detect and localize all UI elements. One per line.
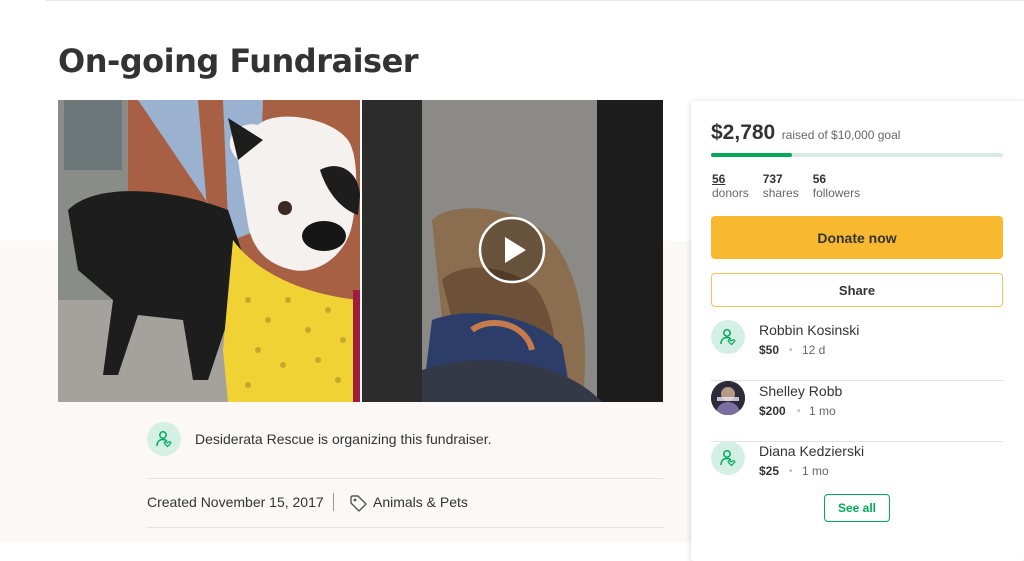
donor-name: Shelley Robb [759, 383, 843, 399]
donor-item: Robbin Kosinski $50 • 12 d [711, 320, 1003, 381]
stat-label: shares [762, 186, 799, 200]
share-button[interactable]: Share [711, 273, 1003, 307]
raised-amount: $2,780 [711, 121, 776, 144]
stat-number: 56 [812, 172, 827, 186]
stat-label: donors [712, 186, 749, 200]
separator-dot: • [789, 466, 793, 477]
stat-label: followers [812, 186, 861, 200]
tag-icon [349, 494, 367, 517]
donor-avatar [711, 320, 745, 354]
stats-row: 56 donors 737 shares 56 followers [712, 172, 874, 200]
donor-time: 1 mo [802, 464, 829, 478]
dog-photo-illustration [58, 100, 360, 402]
organizer-icon [156, 431, 172, 448]
fundraiser-video[interactable] [362, 100, 663, 402]
donor-icon [720, 329, 736, 346]
organizer-avatar[interactable] [147, 422, 181, 456]
created-date: Created November 15, 2017 [147, 494, 324, 510]
organizer-row: Desiderata Rescue is organizing this fun… [147, 422, 663, 479]
donor-avatar [711, 381, 745, 415]
donor-photo-icon [711, 381, 745, 415]
donor-item: Diana Kedzierski $25 • 1 mo [711, 441, 1003, 501]
fundraiser-photo[interactable] [58, 100, 360, 402]
donor-avatar [711, 441, 745, 475]
play-video-button[interactable] [478, 216, 546, 284]
stat-followers: 56 followers [813, 172, 860, 200]
stat-number: 56 [712, 172, 726, 186]
donate-now-button[interactable]: Donate now [711, 216, 1003, 259]
see-all-button[interactable]: See all [824, 494, 890, 522]
goal-text: raised of $10,000 goal [781, 128, 901, 142]
donor-amount: $50 [759, 343, 780, 357]
donation-panel: $2,780 raised of $10,000 goal 56 donors … [691, 101, 1024, 561]
top-divider [46, 0, 1024, 1]
category-link[interactable]: Animals & Pets [373, 494, 468, 510]
separator-dot: • [797, 406, 801, 417]
donor-amount: $25 [759, 464, 780, 478]
page-title: On-going Fundraiser [58, 42, 419, 80]
donor-item: Shelley Robb $200 • 1 mo [711, 381, 1003, 442]
amount-raised: $2,780 raised of $10,000 goal [711, 121, 900, 145]
stat-donors[interactable]: 56 donors [712, 172, 749, 200]
meta-separator [333, 493, 334, 511]
fundraiser-meta: Created November 15, 2017 Animals & Pets [147, 479, 663, 528]
donor-amount: $200 [759, 404, 786, 418]
play-icon [478, 216, 546, 284]
donor-time: 1 mo [809, 404, 836, 418]
separator-dot: • [789, 345, 793, 356]
progress-fill [711, 153, 793, 157]
donor-name: Diana Kedzierski [759, 443, 865, 459]
stat-number: 737 [762, 172, 783, 186]
donor-time: 12 d [802, 343, 826, 357]
donor-name: Robbin Kosinski [759, 322, 860, 338]
donor-icon [720, 450, 736, 467]
stat-shares: 737 shares [763, 172, 799, 200]
progress-bar [711, 153, 1003, 157]
organizer-text: Desiderata Rescue is organizing this fun… [195, 431, 492, 447]
